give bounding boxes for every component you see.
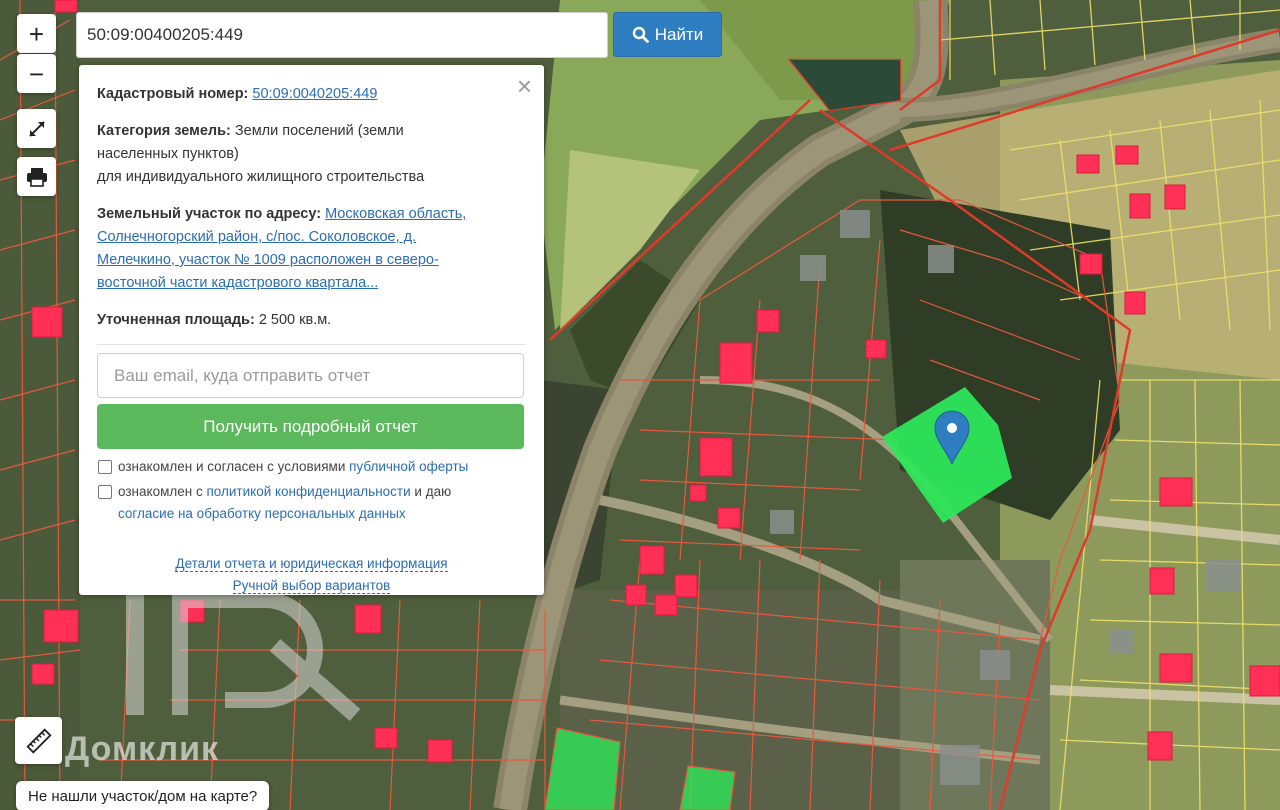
address-row: Земельный участок по адресу: Московская … bbox=[97, 203, 526, 295]
address-link-line-3[interactable]: Мелечкино, участок № 1009 расположен в с… bbox=[97, 252, 439, 268]
print-button[interactable] bbox=[17, 157, 56, 196]
watermark-text: Домклик bbox=[65, 730, 220, 768]
category-label: Категория земель: bbox=[97, 123, 231, 139]
privacy-consent-checkbox[interactable] bbox=[98, 485, 112, 499]
zoom-in-button[interactable]: + bbox=[17, 14, 56, 53]
cadastral-number-link[interactable]: 50:09:0040205:449 bbox=[252, 86, 377, 102]
search-button-label: Найти bbox=[654, 24, 704, 44]
print-icon bbox=[26, 167, 47, 187]
email-field[interactable] bbox=[97, 353, 524, 398]
manual-selection-link[interactable]: Ручной выбор вариантов bbox=[232, 578, 391, 594]
category-row: Категория земель: Земли поселений (земли… bbox=[97, 120, 526, 189]
category-value-1: Земли поселений (земли bbox=[234, 123, 404, 139]
personal-data-consent-link[interactable]: согласие на обработку персональных данны… bbox=[97, 503, 526, 525]
area-value: 2 500 кв.м. bbox=[258, 312, 332, 328]
privacy-consent-text: ознакомлен с bbox=[118, 484, 203, 499]
ruler-button[interactable] bbox=[15, 717, 62, 764]
privacy-consent-text-2: и даю bbox=[414, 484, 452, 499]
zoom-out-button[interactable]: − bbox=[17, 54, 56, 93]
offer-consent-checkbox[interactable] bbox=[98, 460, 112, 474]
public-offer-link[interactable]: публичной оферты bbox=[349, 459, 468, 474]
cadastral-search-input[interactable] bbox=[76, 12, 608, 58]
privacy-policy-link[interactable]: политикой конфиденциальности bbox=[206, 484, 410, 499]
plus-icon: + bbox=[28, 18, 45, 49]
offer-consent-text: ознакомлен и согласен с условиями bbox=[118, 459, 346, 474]
category-value-3: для индивидуального жилищного строительс… bbox=[97, 169, 425, 185]
offer-consent-row: ознакомлен и согласен с условиями публич… bbox=[97, 456, 526, 478]
cadastral-row: Кадастровый номер: 50:09:0040205:449 bbox=[97, 83, 526, 106]
search-button[interactable]: Найти bbox=[613, 12, 722, 57]
address-link-line-2[interactable]: Солнечногорский район, с/пос. Соколовско… bbox=[97, 229, 416, 245]
address-link-line-4[interactable]: восточной части кадастрового квартала... bbox=[97, 275, 378, 291]
area-row: Уточненная площадь: 2 500 кв.м. bbox=[97, 309, 526, 332]
bottom-links: Детали отчета и юридическая информация Р… bbox=[97, 553, 526, 597]
minus-icon: − bbox=[28, 58, 45, 89]
category-value-2: населенных пунктов) bbox=[97, 146, 239, 162]
fullscreen-icon bbox=[28, 120, 45, 137]
fullscreen-button[interactable] bbox=[17, 109, 56, 148]
privacy-consent-row: ознакомлен с политикой конфиденциальност… bbox=[97, 481, 526, 503]
parcel-info-panel: × Кадастровый номер: 50:09:0040205:449 К… bbox=[79, 65, 544, 595]
close-icon[interactable]: × bbox=[517, 73, 532, 99]
address-link-line-1[interactable]: Московская область, bbox=[325, 206, 466, 222]
panel-divider bbox=[97, 344, 526, 345]
address-label: Земельный участок по адресу: bbox=[97, 206, 322, 222]
report-details-link[interactable]: Детали отчета и юридическая информация bbox=[175, 556, 448, 572]
search-icon bbox=[632, 26, 649, 43]
cadastral-label: Кадастровый номер: bbox=[97, 86, 249, 102]
ruler-icon bbox=[25, 727, 52, 754]
get-report-button[interactable]: Получить подробный отчет bbox=[97, 404, 524, 449]
area-label: Уточненная площадь: bbox=[97, 312, 255, 328]
not-found-button[interactable]: Не нашли участок/дом на карте? bbox=[16, 781, 270, 810]
